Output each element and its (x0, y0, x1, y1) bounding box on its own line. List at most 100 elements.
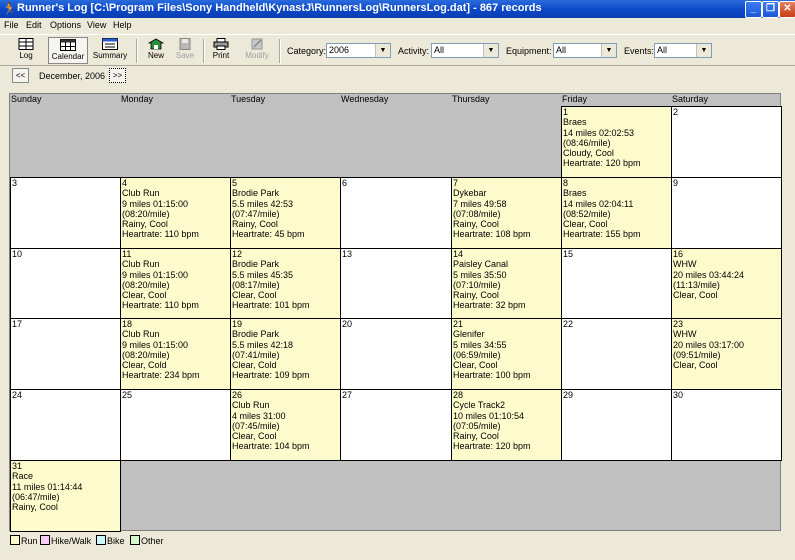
chevron-down-icon[interactable]: ▼ (696, 44, 711, 57)
calendar-day-cell[interactable]: 1 Braes 14 miles 02:02:53 (08:46/mile) Cloud… (561, 106, 672, 178)
workout-detail: Braes (563, 188, 587, 199)
calendar-day-cell[interactable]: 18 Club Run 9 miles 01:15:00 (08:20/mile) Cl… (120, 318, 231, 390)
log-icon (18, 38, 34, 50)
day-number: 21 (453, 319, 464, 329)
workout-detail: Club Run (122, 259, 160, 270)
workout-detail: 20 miles 03:44:24 (673, 269, 745, 280)
day-header-tuesday: Tuesday (231, 94, 266, 104)
chevron-down-icon[interactable]: ▼ (483, 44, 498, 57)
workout-detail: 5.5 miles 42:53 (232, 198, 294, 209)
calendar-day-cell[interactable]: 26 Club Run 4 miles 31:00 (07:45/mile) Clear… (230, 389, 341, 461)
calendar-day-cell[interactable]: 25 (120, 389, 231, 461)
print-button[interactable]: Print (209, 37, 233, 64)
save-disk-icon (179, 38, 191, 50)
calendar-day-cell[interactable]: 5 Brodie Park 5.5 miles 42:53 (07:47/mile) R… (230, 177, 341, 249)
day-number: 7 (453, 178, 459, 188)
day-number: 16 (673, 249, 684, 259)
calendar-day-cell[interactable]: 30 (671, 389, 782, 461)
calendar-day-cell[interactable]: 2 (671, 106, 782, 178)
events-label: Events: (624, 46, 655, 56)
window-title: Runner's Log [C:\Program Files\Sony Hand… (17, 2, 542, 14)
calendar-day-cell[interactable]: 13 (340, 248, 452, 319)
category-label: Category: (287, 46, 327, 56)
calendar-day-cell[interactable]: 14 Paisley Canal 5 miles 35:50 (07:10/mile)… (451, 248, 562, 319)
legend-item-hike-walk: Hike/Walk (40, 535, 91, 546)
menu-file[interactable]: File (4, 20, 19, 30)
log-button[interactable]: Log (12, 37, 40, 64)
calendar-day-cell[interactable]: 31 Race 11 miles 01:14:44 (06:47/mile) Rainy… (10, 460, 121, 532)
events-value: All (657, 45, 668, 55)
chevron-down-icon[interactable]: ▼ (375, 44, 390, 57)
calendar-day-cell[interactable]: 29 (561, 389, 672, 461)
calendar-day-cell[interactable]: 8 Braes 14 miles 02:04:11 (08:52/mile) Clear… (561, 177, 672, 249)
calendar-day-cell[interactable]: 11 Club Run 9 miles 01:15:00 (08:20/mile) Cl… (120, 248, 231, 319)
workout-detail: (07:47/mile) (232, 208, 280, 219)
workout-detail: Braes (563, 117, 587, 128)
chevron-down-icon[interactable]: ▼ (601, 44, 616, 57)
calendar-day-cell[interactable]: 28 Cycle Track2 10 miles 01:10:54 (07:05/mi… (451, 389, 562, 461)
workout-detail: (08:20/mile) (122, 279, 170, 290)
calendar-day-cell[interactable]: 6 (340, 177, 452, 249)
menu-view[interactable]: View (87, 20, 106, 30)
calendar-button[interactable]: Calendar (48, 37, 88, 64)
day-number: 24 (12, 390, 23, 400)
workout-detail: Race (12, 471, 34, 482)
day-number: 8 (563, 178, 569, 188)
menu-options[interactable]: Options (50, 20, 81, 30)
workout-detail: Heartrate: 101 bpm (232, 300, 310, 311)
modify-icon (251, 38, 263, 50)
workout-detail: (07:05/mile) (453, 420, 501, 431)
calendar-day-cell[interactable]: 10 (10, 248, 121, 319)
equipment-select[interactable]: All ▼ (553, 43, 617, 58)
summary-button[interactable]: Summary (92, 37, 128, 64)
events-select[interactable]: All ▼ (654, 43, 712, 58)
day-number: 4 (122, 178, 128, 188)
prev-month-button[interactable]: << (12, 68, 29, 83)
workout-detail: 14 miles 02:04:11 (563, 198, 634, 209)
workout-detail: WHW (673, 259, 697, 270)
maximize-button[interactable]: ❐ (762, 1, 779, 18)
minimize-button[interactable]: _ (745, 1, 762, 18)
workout-detail: Heartrate: 110 bpm (122, 300, 199, 311)
calendar-day-cell[interactable]: 22 (561, 318, 672, 390)
workout-detail: (08:52/mile) (563, 208, 611, 219)
new-button[interactable]: New (144, 37, 168, 64)
day-number: 23 (673, 319, 684, 329)
calendar-day-cell[interactable]: 9 (671, 177, 782, 249)
day-number: 18 (122, 319, 133, 329)
month-label: December, 2006 (39, 71, 106, 81)
legend-label: Other (141, 536, 164, 546)
menu-help[interactable]: Help (113, 20, 132, 30)
next-month-button[interactable]: >> (109, 68, 126, 83)
day-number: 31 (12, 461, 23, 471)
calendar-day-cell[interactable]: 4 Club Run 9 miles 01:15:00 (08:20/mile) Rai… (120, 177, 231, 249)
day-number: 11 (122, 249, 132, 259)
close-button[interactable]: ✕ (779, 1, 795, 18)
menu-edit[interactable]: Edit (26, 20, 42, 30)
calendar-day-cell[interactable]: 17 (10, 318, 121, 390)
category-select[interactable]: 2006 ▼ (326, 43, 391, 58)
save-button[interactable]: Save (173, 37, 197, 64)
day-number: 10 (12, 249, 23, 259)
modify-button[interactable]: Modify (242, 37, 272, 64)
calendar-day-cell[interactable]: 27 (340, 389, 452, 461)
calendar-day-cell[interactable]: 21 Glenifer 5 miles 34:55 (06:59/mile) Clear… (451, 318, 562, 390)
workout-detail: 9 miles 01:15:00 (122, 339, 189, 350)
activity-label: Activity: (398, 46, 430, 56)
calendar-day-cell[interactable]: 7 Dykebar 7 miles 49:58 (07:08/mile) Rainy, … (451, 177, 562, 249)
calendar-day-cell[interactable]: 24 (10, 389, 121, 461)
workout-detail: WHW (673, 329, 697, 340)
workout-detail: Heartrate: 100 bpm (453, 370, 531, 381)
day-number: 15 (563, 249, 574, 259)
calendar-day-cell[interactable]: 3 (10, 177, 121, 249)
calendar-day-cell[interactable]: 16 WHW 20 miles 03:44:24 (11:13/mile) Clear,… (671, 248, 782, 319)
calendar-day-cell[interactable]: 20 (340, 318, 452, 390)
workout-detail: Heartrate: 109 bpm (232, 370, 310, 381)
calendar-day-cell[interactable]: 19 Brodie Park 5.5 miles 42:18 (07:41/mile)… (230, 318, 341, 390)
activity-select[interactable]: All ▼ (431, 43, 499, 58)
calendar-day-cell[interactable]: 12 Brodie Park 5.5 miles 45:35 (08:17/mile)… (230, 248, 341, 319)
calendar-day-cell[interactable]: 23 WHW 20 miles 03:17:00 (09:51/mile) Clear,… (671, 318, 782, 390)
calendar-day-cell[interactable]: 15 (561, 248, 672, 319)
workout-detail: 9 miles 01:15:00 (122, 198, 189, 209)
workout-detail: Heartrate: 155 bpm (563, 229, 641, 240)
